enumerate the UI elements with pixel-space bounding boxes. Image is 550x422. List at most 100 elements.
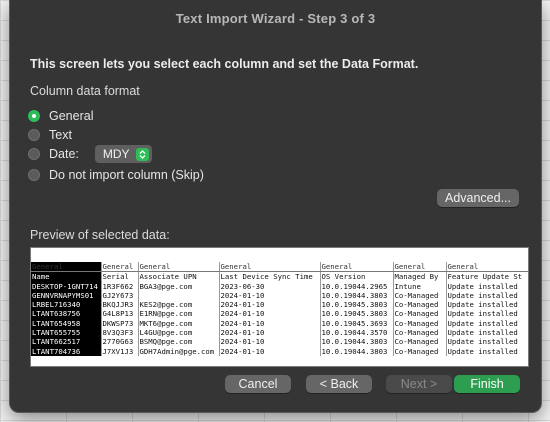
table-cell: Update installed <box>445 309 528 319</box>
table-row: LTANT662517 2770G63 BSMQ@pge.com 2024-01… <box>31 337 528 347</box>
table-cell <box>137 290 219 301</box>
finish-button[interactable]: Finish <box>454 375 520 393</box>
radio-unchecked-icon <box>28 169 40 181</box>
table-cell: LTANT704736 <box>31 346 101 356</box>
text-import-wizard-dialog: Text Import Wizard - Step 3 of 3 This sc… <box>9 0 542 413</box>
preview-label: Preview of selected data: <box>30 228 170 242</box>
table-cell: Co-Managed <box>392 300 446 310</box>
cancel-button[interactable]: Cancel <box>225 375 291 393</box>
table-row: LRBEL716340 BKQJJR3 KES2@pge.com 2024-01… <box>31 300 528 310</box>
table-cell: Last Device Sync Time <box>218 271 320 282</box>
table-row: GENNVRNAPYMS01 GJ2Y673 2024-01-10 10.0.1… <box>31 290 528 301</box>
table-cell: 2024-01-10 <box>218 309 320 319</box>
table-cell: 2770G63 <box>100 337 138 347</box>
table-cell: 10.0.19044.3803 <box>319 346 393 356</box>
table-cell: Associate UPN <box>137 271 219 282</box>
table-cell: LRBEL716340 <box>31 300 101 310</box>
table-cell: Name <box>31 271 101 282</box>
table-cell: Update installed <box>445 337 528 347</box>
table-cell: LTANT638756 <box>31 309 101 319</box>
data-preview-table[interactable]: General General General General General … <box>30 247 529 367</box>
table-cell: Co-Managed <box>392 318 446 329</box>
column-type-cell[interactable]: General <box>137 262 219 273</box>
table-cell: Serial <box>100 271 138 282</box>
table-cell: Update installed <box>445 281 528 291</box>
column-type-cell[interactable]: General <box>31 262 101 273</box>
table-row: LTANT655755 8V3Q3F3 L4GU@pge.com 2024-01… <box>31 328 528 338</box>
table-cell: Managed By <box>392 271 446 282</box>
radio-unchecked-icon <box>28 129 40 141</box>
column-type-cell[interactable]: General <box>100 262 138 273</box>
table-cell: LTANT662517 <box>31 337 101 347</box>
table-cell: 2024-01-10 <box>218 337 320 347</box>
table-cell: 10.0.19044.3803 <box>319 337 393 347</box>
table-row: DESKTOP-1GNT714 1R3F662 BGA3@pge.com 202… <box>31 281 528 291</box>
dialog-title: Text Import Wizard - Step 3 of 3 <box>175 11 376 26</box>
column-type-cell[interactable]: General <box>392 262 446 273</box>
table-cell: 10.0.19045.3693 <box>319 318 393 329</box>
table-cell: MKT6@pge.com <box>137 318 219 329</box>
column-type-cell[interactable]: General <box>218 262 320 273</box>
radio-date-label: Date: <box>49 147 79 161</box>
table-cell: 2024-01-10 <box>218 328 320 338</box>
table-cell: Feature Update St <box>445 271 528 282</box>
table-cell: Update installed <box>445 346 528 356</box>
table-cell: Update installed <box>445 300 528 310</box>
radio-skip-label: Do not import column (Skip) <box>49 168 204 182</box>
table-cell: J7XV1J3 <box>100 346 138 356</box>
radio-unchecked-icon <box>28 148 40 160</box>
table-cell: BSMQ@pge.com <box>137 337 219 347</box>
table-cell: Update installed <box>445 318 528 329</box>
table-cell: 10.0.19044.3570 <box>319 328 393 338</box>
table-cell: Co-Managed <box>392 346 446 356</box>
select-stepper-icon <box>135 147 149 161</box>
table-cell: 10.0.19045.3803 <box>319 309 393 319</box>
table-cell: DKWSP73 <box>100 318 138 329</box>
table-cell: LTANT655755 <box>31 328 101 338</box>
column-type-cell[interactable]: General <box>445 262 528 273</box>
table-cell: 2024-01-10 <box>218 318 320 329</box>
table-row: LTANT654958 DKWSP73 MKT6@pge.com 2024-01… <box>31 318 528 329</box>
radio-skip[interactable]: Do not import column (Skip) <box>28 166 204 184</box>
column-type-row: General General General General General … <box>31 262 528 273</box>
radio-text[interactable]: Text <box>28 126 72 144</box>
table-cell: GJ2Y673 <box>100 290 138 301</box>
table-cell: Co-Managed <box>392 328 446 338</box>
date-format-value: MDY <box>102 147 130 161</box>
table-cell: GENNVRNAPYMS01 <box>31 290 101 301</box>
table-cell: 1R3F662 <box>100 281 138 291</box>
column-data-format-label: Column data format <box>30 84 140 98</box>
table-cell: 2023-06-30 <box>218 281 320 291</box>
radio-date[interactable]: Date: MDY <box>28 145 152 163</box>
table-cell: OS Version <box>319 271 393 282</box>
radio-general[interactable]: General <box>28 107 93 125</box>
table-cell: Update installed <box>445 290 528 301</box>
dialog-description: This screen lets you select each column … <box>30 57 419 71</box>
radio-general-label: General <box>49 109 94 123</box>
date-format-select[interactable]: MDY <box>94 145 152 163</box>
table-cell: G4L8P13 <box>100 309 138 319</box>
table-cell: 2024-01-10 <box>218 300 320 310</box>
table-cell: BKQJJR3 <box>100 300 138 310</box>
table-cell: 2024-01-10 <box>218 290 320 301</box>
table-cell: 10.0.19045.3803 <box>319 300 393 310</box>
advanced-button[interactable]: Advanced... <box>437 189 519 207</box>
table-cell: E1RN@pge.com <box>137 309 219 319</box>
table-cell: LTANT654958 <box>31 318 101 329</box>
table-cell: GDH7Admin@pge.com <box>137 346 219 356</box>
radio-text-label: Text <box>49 128 72 142</box>
table-row: Name Serial Associate UPN Last Device Sy… <box>31 271 528 282</box>
next-button[interactable]: Next > <box>386 375 452 393</box>
table-row: LTANT638756 G4L8P13 E1RN@pge.com 2024-01… <box>31 309 528 319</box>
table-cell: Co-Managed <box>392 290 446 301</box>
radio-checked-icon <box>28 110 40 122</box>
table-cell: KES2@pge.com <box>137 300 219 310</box>
table-cell: 2024-01-10 <box>218 346 320 356</box>
column-type-cell[interactable]: General <box>319 262 393 273</box>
table-cell: DESKTOP-1GNT714 <box>31 281 101 291</box>
back-button[interactable]: < Back <box>306 375 372 393</box>
table-row: LTANT704736 J7XV1J3 GDH7Admin@pge.com 20… <box>31 346 528 356</box>
table-cell: L4GU@pge.com <box>137 328 219 338</box>
table-cell: 8V3Q3F3 <box>100 328 138 338</box>
table-cell: 10.0.19044.3803 <box>319 290 393 301</box>
